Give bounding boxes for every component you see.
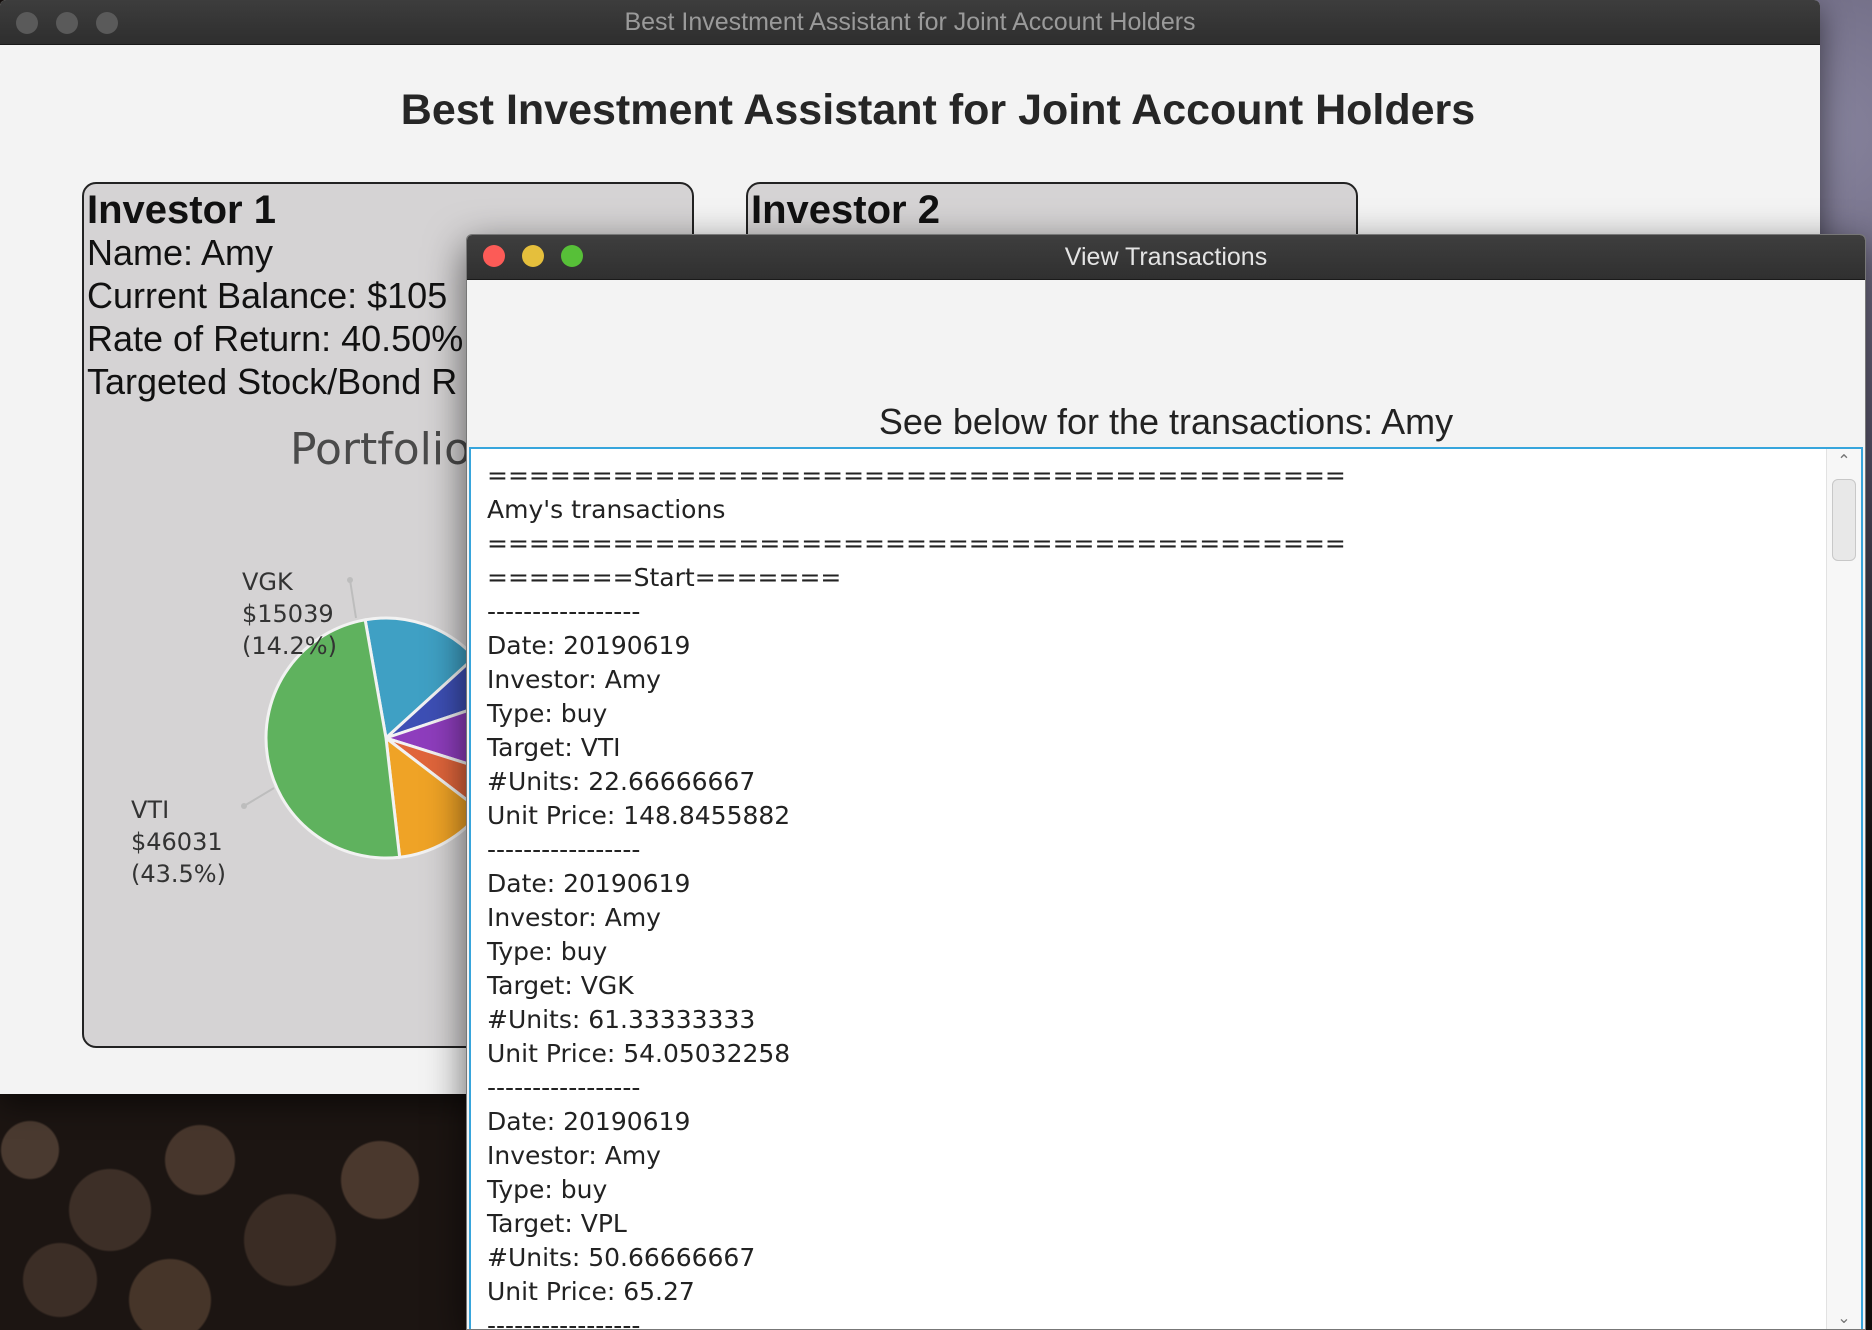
- tx-titlebar[interactable]: View Transactions: [467, 235, 1865, 280]
- transaction-line: Unit Price: 65.27: [487, 1277, 695, 1306]
- transaction-line: Investor: Amy: [487, 903, 661, 932]
- vti-leader-line: [243, 787, 275, 807]
- main-titlebar[interactable]: Best Investment Assistant for Joint Acco…: [0, 0, 1820, 45]
- vti-label-amount: $46031: [131, 828, 223, 856]
- transaction-line: Unit Price: 148.8455882: [487, 801, 791, 830]
- transaction-line: Target: VTI: [487, 733, 621, 762]
- transaction-line: Unit Price: 54.05032258: [487, 1039, 791, 1068]
- transaction-line: Type: buy: [487, 937, 608, 966]
- scroll-down-arrow-icon[interactable]: ⌄: [1827, 1308, 1861, 1327]
- transactions-text-area[interactable]: ========================================…: [469, 447, 1863, 1330]
- transaction-line: Investor: Amy: [487, 665, 661, 694]
- transaction-line: -----------------: [487, 597, 641, 626]
- transaction-line: Target: VPL: [487, 1209, 627, 1238]
- vti-label-percent: (43.5%): [131, 860, 226, 888]
- vgk-label-name: VGK: [242, 568, 294, 596]
- scroll-up-arrow-icon[interactable]: ⌃: [1827, 451, 1861, 470]
- desktop-wallpaper-rocks: [0, 1090, 470, 1330]
- transaction-line: -----------------: [487, 1073, 641, 1102]
- transaction-line: -----------------: [487, 1311, 641, 1330]
- vti-label-name: VTI: [131, 796, 169, 824]
- view-transactions-window: View Transactions See below for the tran…: [466, 234, 1866, 1330]
- transactions-text: ========================================…: [487, 459, 1821, 1330]
- vgk-label-percent: (14.2%): [242, 632, 337, 660]
- transaction-line: Investor: Amy: [487, 1141, 661, 1170]
- investor-2-title: Investor 2: [751, 188, 940, 232]
- transaction-line: Target: VGK: [487, 971, 634, 1000]
- transaction-line: ========================================…: [487, 529, 1346, 558]
- transaction-line: Amy's transactions: [487, 495, 726, 524]
- transaction-line: Date: 20190619: [487, 1107, 691, 1136]
- window-title: Best Investment Assistant for Joint Acco…: [624, 8, 1196, 36]
- transaction-line: #Units: 50.66666667: [487, 1243, 756, 1272]
- transaction-line: =======Start=======: [487, 563, 842, 592]
- transaction-line: Date: 20190619: [487, 631, 691, 660]
- vgk-leader-dot: [347, 577, 353, 583]
- transactions-heading: See below for the transactions: Amy: [878, 401, 1454, 442]
- transaction-line: Date: 20190619: [487, 869, 691, 898]
- vgk-leader-line: [349, 579, 357, 619]
- vertical-scrollbar[interactable]: ⌃ ⌄: [1826, 449, 1861, 1329]
- scroll-thumb[interactable]: [1832, 479, 1856, 561]
- tx-window-title: View Transactions: [1064, 243, 1268, 271]
- transaction-line: ========================================…: [487, 461, 1346, 490]
- transaction-line: #Units: 22.66666667: [487, 767, 756, 796]
- transaction-line: Type: buy: [487, 1175, 608, 1204]
- transaction-line: -----------------: [487, 835, 641, 864]
- vgk-label-amount: $15039: [242, 600, 334, 628]
- vti-leader-dot: [241, 803, 247, 809]
- app-heading: Best Investment Assistant for Joint Acco…: [400, 86, 1476, 134]
- transaction-line: #Units: 61.33333333: [487, 1005, 756, 1034]
- transaction-line: Type: buy: [487, 699, 608, 728]
